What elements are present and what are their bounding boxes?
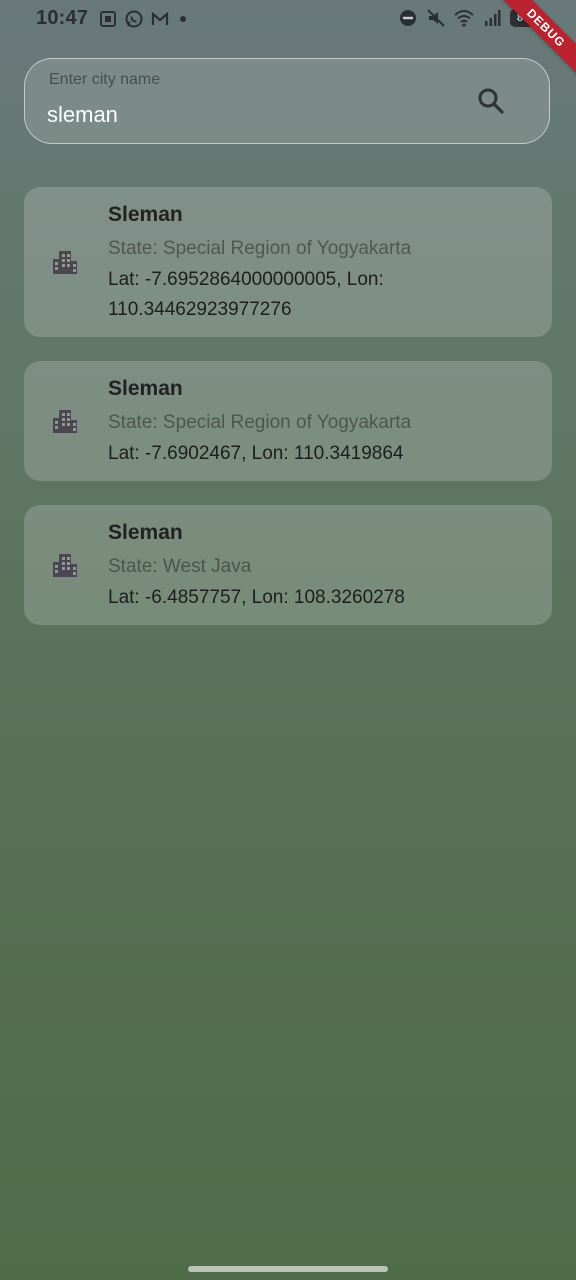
gmail-icon xyxy=(151,11,169,25)
home-indicator[interactable] xyxy=(188,1266,388,1272)
city-state: State: Special Region of Yogyakarta xyxy=(108,238,412,259)
mute-icon xyxy=(427,9,445,27)
signal-icon xyxy=(485,10,501,26)
more-notifications-dot xyxy=(180,16,186,22)
city-coordinates: Lat: -7.6902467, Lon: 110.3419864 xyxy=(108,443,404,464)
search-button[interactable] xyxy=(473,83,509,119)
search-label: Enter city name xyxy=(49,71,161,88)
city-search-field[interactable]: Enter city name xyxy=(24,58,550,144)
status-time: 10:47 xyxy=(36,7,89,29)
search-icon xyxy=(478,88,504,114)
wifi-icon xyxy=(454,10,474,27)
city-icon xyxy=(53,554,77,577)
city-result-card[interactable]: Sleman State: Special Region of Yogyakar… xyxy=(24,361,552,481)
city-coordinates: Lat: -7.6952864000000005, Lon: 110.34462… xyxy=(108,269,384,320)
whatsapp-icon xyxy=(125,10,143,28)
status-bar: 10:47 86 xyxy=(0,0,576,38)
do-not-disturb-icon xyxy=(400,10,416,26)
city-name: Sleman xyxy=(108,521,183,544)
city-name: Sleman xyxy=(108,203,183,226)
city-icon xyxy=(53,410,77,433)
screenshot-icon xyxy=(100,11,116,27)
city-result-card[interactable]: Sleman State: Special Region of Yogyakar… xyxy=(24,187,552,337)
city-state: State: West Java xyxy=(108,556,252,577)
notification-icons xyxy=(98,9,186,29)
city-search-input[interactable] xyxy=(47,99,447,131)
city-state: State: Special Region of Yogyakarta xyxy=(108,412,412,433)
city-coordinates: Lat: -6.4857757, Lon: 108.3260278 xyxy=(108,587,405,608)
city-result-card[interactable]: Sleman State: West Java Lat: -6.4857757,… xyxy=(24,505,552,625)
city-icon xyxy=(53,251,77,274)
city-name: Sleman xyxy=(108,377,183,400)
